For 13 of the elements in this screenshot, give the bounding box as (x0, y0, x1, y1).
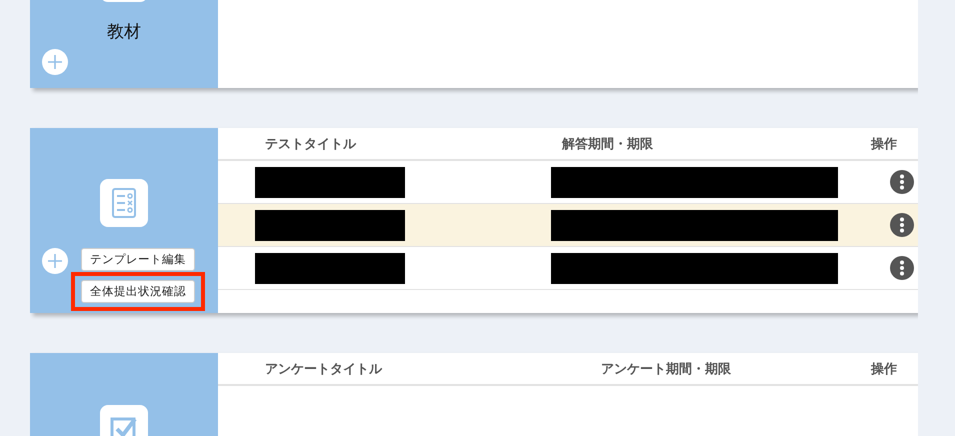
section-label: 教材 (106, 21, 142, 43)
more-options-icon[interactable] (890, 256, 914, 280)
more-options-icon[interactable] (890, 213, 914, 237)
column-header: 解答期間・期限 (562, 134, 654, 152)
menu-item[interactable]: テンプレート編集 (81, 248, 195, 271)
column-header: アンケートタイトル (265, 360, 384, 378)
checklist-icon (100, 179, 148, 227)
menu-item[interactable]: 全体提出状況確認 (81, 280, 195, 303)
column-header: テストタイトル (265, 134, 358, 152)
more-options-icon[interactable] (890, 170, 914, 194)
column-header: 操作 (871, 134, 898, 152)
column-header: 操作 (871, 360, 898, 378)
column-header: アンケート期間・期限 (601, 360, 732, 378)
